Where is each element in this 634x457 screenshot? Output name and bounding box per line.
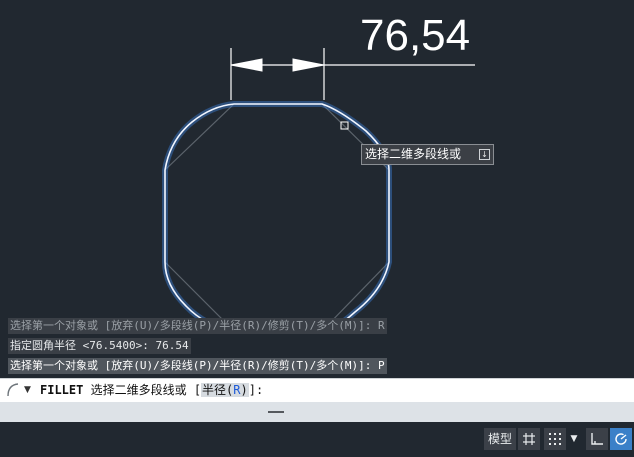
prompt-suffix: ]: xyxy=(248,383,264,397)
polar-tracking-icon[interactable] xyxy=(610,428,632,450)
model-space-button[interactable]: 模型 xyxy=(484,428,516,450)
command-history-line: 选择第一个对象或 [放弃(U)/多段线(P)/半径(R)/修剪(T)/多个(M)… xyxy=(8,318,387,334)
status-bar: 模型 ▼ xyxy=(0,422,634,457)
option-key: R xyxy=(233,383,241,397)
snap-icon[interactable] xyxy=(544,428,566,450)
splitter-grip[interactable] xyxy=(268,411,284,413)
command-history-line: 选择第一个对象或 [放弃(U)/多段线(P)/半径(R)/修剪(T)/多个(M)… xyxy=(8,358,387,374)
drawing-viewport[interactable]: 76,54 选择二维多段线或 ↓ 选择第一个对象或 [放弃(U)/多段线(P)/… xyxy=(0,0,634,378)
command-line[interactable]: ▼ FILLET 选择二维多段线或 [半径(R)]: xyxy=(0,378,634,402)
arrow-left xyxy=(230,58,263,72)
panel-splitter[interactable] xyxy=(0,402,634,422)
down-arrow-icon[interactable]: ↓ xyxy=(479,149,490,160)
selection-tooltip: 选择二维多段线或 ↓ xyxy=(361,144,494,165)
arrow-right xyxy=(292,58,325,72)
original-polyline[interactable] xyxy=(164,103,390,332)
dropdown-icon[interactable]: ▼ xyxy=(567,428,581,450)
grid-icon[interactable] xyxy=(518,428,540,450)
command-history-line: 指定圆角半径 <76.5400>: 76.54 xyxy=(8,338,191,354)
command-name: FILLET xyxy=(40,383,84,397)
prompt-text: 选择二维多段线或 [ xyxy=(90,383,202,397)
recent-commands-dropdown-icon[interactable]: ▼ xyxy=(24,382,31,398)
command-line-icon[interactable] xyxy=(6,382,20,398)
dimension-text[interactable]: 76,54 xyxy=(360,10,470,62)
option-radius[interactable]: 半径(R) xyxy=(201,383,249,397)
command-prompt[interactable]: FILLET 选择二维多段线或 [半径(R)]: xyxy=(40,382,263,398)
tooltip-text: 选择二维多段线或 xyxy=(365,147,462,161)
ortho-icon[interactable] xyxy=(586,428,608,450)
